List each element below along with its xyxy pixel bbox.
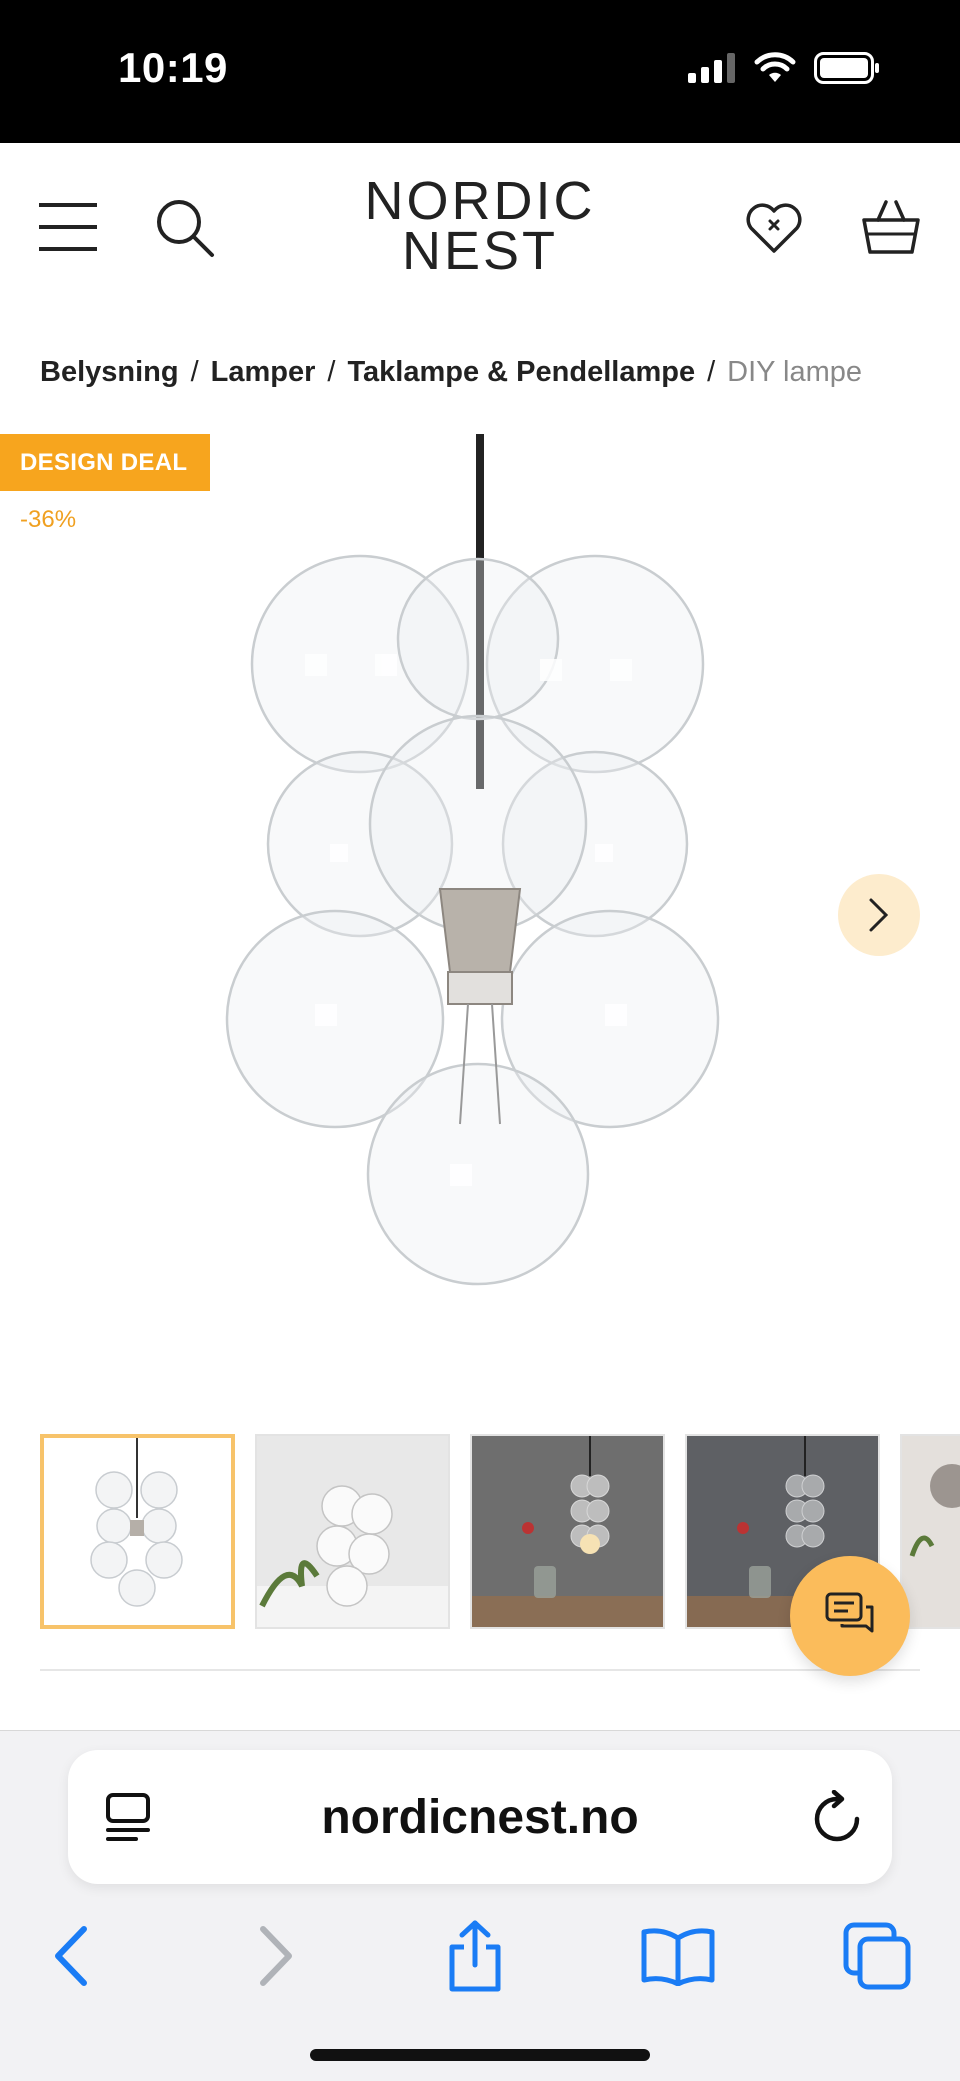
search-button[interactable] xyxy=(152,195,218,261)
product-image[interactable] xyxy=(210,434,750,1294)
url-text: nordicnest.no xyxy=(321,1791,639,1844)
share-button[interactable] xyxy=(430,1911,520,2001)
bookmarks-button[interactable] xyxy=(633,1911,723,2001)
wifi-icon xyxy=(754,52,796,82)
share-icon xyxy=(449,1920,501,1992)
site-header: NORDIC NEST xyxy=(0,143,960,313)
breadcrumb-separator: / xyxy=(190,356,199,388)
wishlist-button[interactable] xyxy=(742,199,806,257)
browser-chrome: nordicnest.no xyxy=(0,1730,960,2081)
signal-icon xyxy=(688,53,735,83)
breadcrumb-item-taklampe[interactable]: Taklampe & Pendellampe xyxy=(347,356,695,389)
breadcrumb-separator: / xyxy=(327,356,336,388)
book-icon xyxy=(641,1928,715,1986)
product-gallery: DESIGN DEAL -36% xyxy=(0,434,960,1394)
reload-icon[interactable] xyxy=(812,1790,862,1844)
chat-button[interactable] xyxy=(790,1556,910,1676)
back-button[interactable] xyxy=(25,1911,115,2001)
breadcrumb-item-lamper[interactable]: Lamper xyxy=(211,356,316,389)
status-time: 10:19 xyxy=(118,44,228,91)
home-indicator xyxy=(310,2049,650,2061)
logo-line-1: NORDIC xyxy=(364,171,596,231)
thumbnail-1[interactable] xyxy=(40,1434,235,1629)
section-divider xyxy=(40,1669,920,1671)
breadcrumb-separator: / xyxy=(707,356,716,388)
chevron-right-icon xyxy=(869,898,889,932)
menu-button[interactable] xyxy=(36,199,100,255)
thumbnail-2[interactable] xyxy=(255,1434,450,1629)
next-image-button[interactable] xyxy=(838,874,920,956)
discount-percentage: -36% xyxy=(20,506,77,533)
hamburger-icon xyxy=(39,203,97,251)
heart-icon xyxy=(746,203,802,253)
cart-button[interactable] xyxy=(858,195,924,259)
search-icon xyxy=(157,200,214,257)
thumbnail-3[interactable] xyxy=(470,1434,665,1629)
chat-icon xyxy=(825,1592,874,1633)
breadcrumb-current: DIY lampe xyxy=(727,356,863,388)
basket-icon xyxy=(862,200,920,254)
address-bar[interactable]: nordicnest.no xyxy=(68,1750,892,1884)
chevron-right-icon xyxy=(260,1926,292,1986)
site-logo[interactable]: NORDIC NEST xyxy=(330,171,630,281)
chevron-left-icon xyxy=(55,1926,87,1986)
forward-button[interactable] xyxy=(232,1911,322,2001)
design-deal-badge: DESIGN DEAL xyxy=(0,434,210,491)
tabs-button[interactable] xyxy=(832,1911,922,2001)
status-bar: 10:19 xyxy=(0,0,960,143)
battery-icon xyxy=(814,52,879,84)
logo-line-2: NEST xyxy=(401,221,559,281)
status-icons xyxy=(688,52,880,84)
breadcrumb: Belysning / Lamper / Taklampe & Pendella… xyxy=(40,356,862,389)
thumbnail-5[interactable] xyxy=(900,1434,960,1629)
tabs-icon xyxy=(843,1922,911,1990)
breadcrumb-item-belysning[interactable]: Belysning xyxy=(40,356,179,389)
